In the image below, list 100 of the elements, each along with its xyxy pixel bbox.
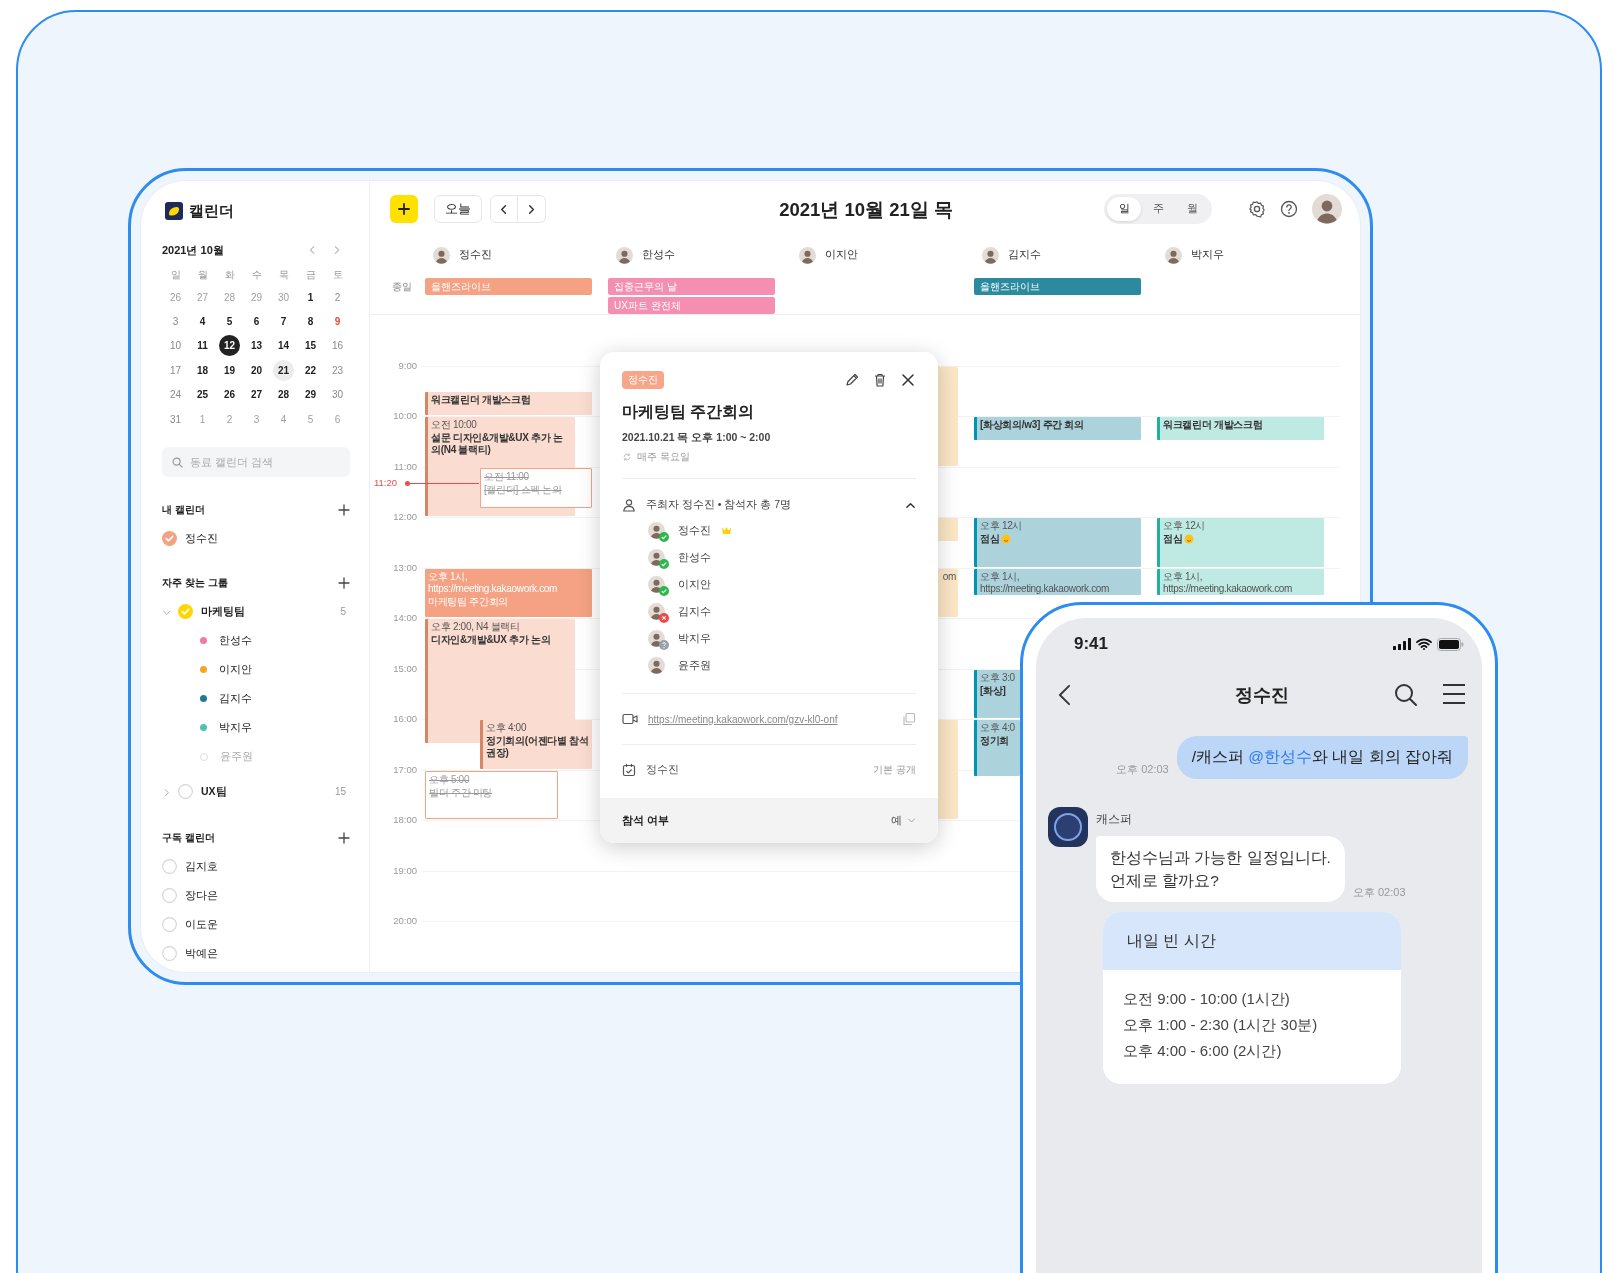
calendar-date[interactable]: 14	[273, 335, 294, 357]
meeting-link[interactable]: https://meeting.kakaowork.com/gzv-kl0-onf	[648, 713, 838, 725]
calendar-date[interactable]: 4	[192, 311, 213, 333]
calendar-date[interactable]: 15	[300, 335, 321, 357]
calendar-date[interactable]: 3	[165, 311, 186, 333]
checkbox-icon[interactable]	[162, 531, 177, 547]
event-time: 오전 11:00	[484, 470, 530, 483]
checkbox-icon[interactable]	[162, 917, 177, 933]
plus-icon[interactable]	[338, 504, 350, 517]
copy-button[interactable]	[902, 712, 916, 726]
person-name: 이지안	[825, 248, 858, 262]
calendar-date[interactable]: 9	[327, 311, 348, 333]
rsvp-dropdown[interactable]: 예	[891, 813, 916, 828]
calendar-date[interactable]: 23	[327, 359, 348, 381]
calendar-date[interactable]: 7	[273, 311, 294, 333]
calendar-event[interactable]: 오후 3:0 [화상]	[974, 669, 1020, 718]
plus-icon[interactable]	[338, 832, 350, 845]
color-dot[interactable]	[200, 666, 207, 674]
checkbox-icon[interactable]	[178, 784, 193, 800]
delete-button[interactable]	[872, 372, 888, 388]
event-title: 정기회	[980, 735, 1011, 747]
color-dot[interactable]	[200, 637, 207, 645]
checkbox-icon[interactable]	[162, 888, 177, 904]
today-button[interactable]: 오늘	[434, 195, 482, 223]
search-icon[interactable]	[1394, 683, 1418, 707]
color-dot[interactable]	[200, 724, 207, 732]
hour-label: 9:00	[397, 359, 417, 371]
calendar-event[interactable]: 오후 4:00 정기회의(어젠다별 참석 권장)	[480, 720, 592, 769]
event-title: 워크캘린더 개발스크럼	[1163, 419, 1264, 431]
calendar-event[interactable]: 오후 1시, https://meeting.kakaowork.com	[974, 568, 1141, 595]
calendar-date[interactable]: 30	[327, 384, 348, 406]
menu-icon[interactable]	[1442, 683, 1466, 705]
battery-icon	[1437, 637, 1464, 651]
calendar-date[interactable]: 17	[165, 359, 186, 381]
calendar-event[interactable]: 워크캘린더 개발스크럼	[1157, 417, 1324, 441]
all-day-event[interactable]: 올핸즈라이브	[974, 278, 1141, 295]
message-time: 오후 02:03	[1352, 885, 1406, 900]
checkbox-icon[interactable]	[162, 946, 177, 962]
calendar-date[interactable]: 27	[246, 384, 267, 406]
calendar-date[interactable]: 22	[300, 359, 321, 381]
calendar-event[interactable]: [화상회의/w3] 주간 회의	[974, 417, 1141, 441]
calendar-date[interactable]: 25	[192, 384, 213, 406]
avatar-icon[interactable]	[1312, 194, 1342, 224]
calendar-date[interactable]: 28	[273, 384, 294, 406]
view-tab[interactable]: 월	[1175, 197, 1209, 221]
calendar-date[interactable]: 10	[165, 335, 186, 357]
close-button[interactable]	[900, 372, 916, 388]
checkbox-icon[interactable]	[162, 859, 177, 875]
previous-button[interactable]	[490, 195, 518, 223]
hour-label: 14:00	[392, 612, 417, 623]
calendar-date[interactable]: 16	[327, 335, 348, 357]
time-slot: 오전 9:00 - 10:00 (1시간)	[1123, 988, 1381, 1010]
weekday-label: 월	[197, 268, 208, 282]
repeat-text: 매주 목요일	[637, 450, 690, 464]
calendar-date[interactable]: 2	[327, 286, 348, 308]
calendar-date[interactable]: 31	[165, 408, 186, 430]
plus-icon[interactable]	[338, 577, 350, 590]
checkbox-icon[interactable]	[178, 604, 193, 620]
color-dot[interactable]	[200, 695, 207, 703]
hour-label: 20:00	[392, 915, 417, 926]
event-title: [화상]	[980, 684, 1007, 697]
calendar-event[interactable]: 오후 1시, https://meeting.kakaowork.com	[1157, 568, 1324, 595]
message-time: 오후 02:03	[1116, 762, 1169, 777]
calendar-date[interactable]: 6	[246, 311, 267, 333]
attendees-summary: 주최자 정수진 • 참석자 총 7명	[646, 498, 792, 512]
person-name: 김지수	[1008, 248, 1041, 262]
calendar-event[interactable]: 워크캘린더 개발스크럼	[425, 391, 592, 415]
view-tab[interactable]: 주	[1141, 197, 1175, 221]
calendar-date[interactable]: 11	[192, 335, 213, 357]
calendar-date[interactable]: 18	[192, 359, 213, 381]
calendar-date[interactable]: 12	[219, 335, 240, 357]
back-icon[interactable]	[1058, 684, 1071, 706]
event-title: 마케팅팀 주간회의	[622, 402, 756, 422]
calendar-date[interactable]: 29	[300, 384, 321, 406]
help-icon[interactable]	[1280, 200, 1298, 218]
calendar-date[interactable]: 20	[246, 359, 267, 381]
calendar-event[interactable]: 오후 4:0 정기회	[974, 720, 1020, 777]
calendar-date[interactable]: 8	[300, 311, 321, 333]
calendar-event[interactable]: 오후 12시 점심	[1157, 518, 1324, 567]
event-time: om	[942, 570, 956, 583]
calendar-date[interactable]: 1	[300, 286, 321, 308]
next-button[interactable]	[518, 195, 546, 223]
calendar-event[interactable]: 오후 12시 점심	[974, 518, 1141, 567]
edit-button[interactable]	[844, 372, 860, 388]
caret-icon[interactable]	[162, 787, 170, 796]
settings-icon[interactable]	[1248, 200, 1266, 218]
chevron-right-icon[interactable]	[332, 245, 342, 255]
event-title: 설문 디자인&개발&UX 추가 논의(N4 블랙티)	[431, 432, 564, 456]
add-event-button[interactable]	[390, 195, 418, 223]
view-tab[interactable]: 일	[1107, 197, 1141, 221]
event-title: 디자인&개발&UX 추가 논의	[431, 634, 552, 646]
search-field[interactable]: 동료 캘린더 검색	[162, 447, 350, 478]
calendar-date[interactable]: 5	[219, 311, 240, 333]
calendar-date[interactable]: 13	[246, 335, 267, 357]
event-time: 오후 2:00, N4 블랙티	[431, 621, 521, 633]
event-time: 오전 10:00	[431, 419, 478, 431]
calendar-date[interactable]: 26	[219, 384, 240, 406]
calendar-date[interactable]: 21	[273, 359, 294, 381]
calendar-date[interactable]: 19	[219, 359, 240, 381]
hour-label: 16:00	[392, 713, 417, 724]
